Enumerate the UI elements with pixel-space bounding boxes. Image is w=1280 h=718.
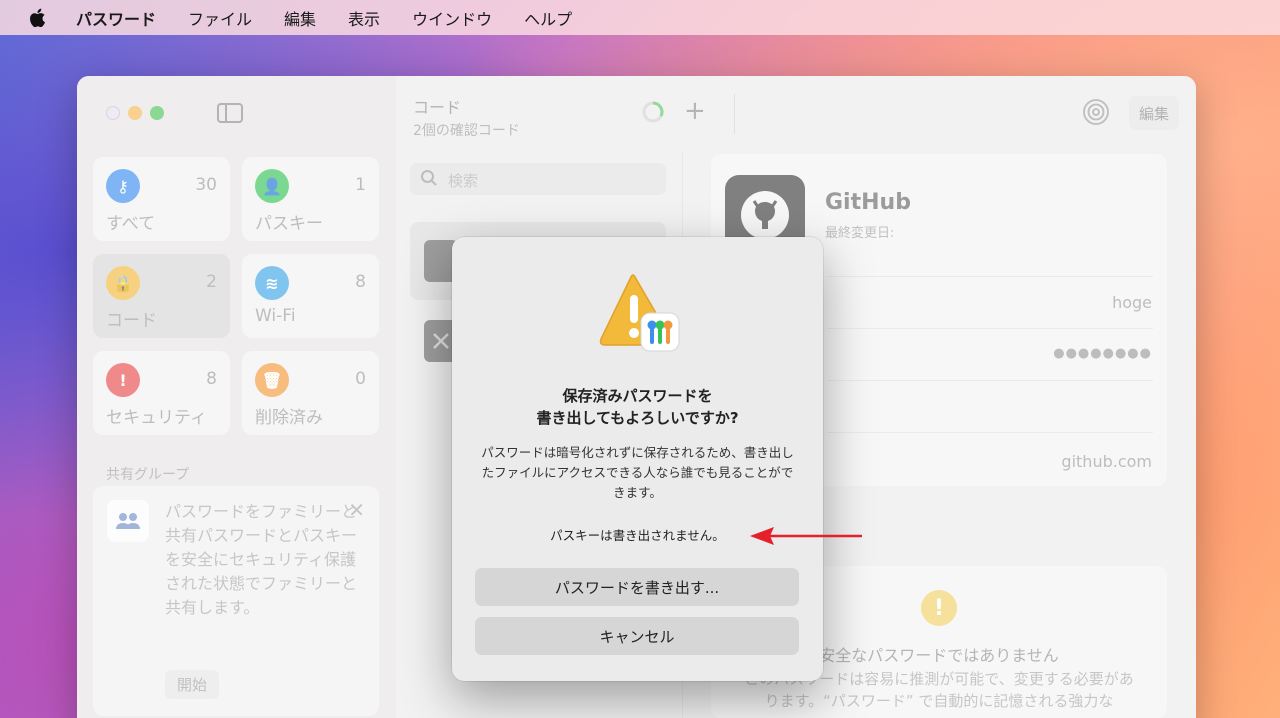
- dialog-title-line2: 書き出してもよろしいですか?: [536, 409, 739, 427]
- warning-keys-icon: [599, 274, 680, 352]
- menu-file[interactable]: ファイル: [188, 6, 252, 30]
- menu-app-name[interactable]: パスワード: [76, 6, 156, 30]
- menu-edit[interactable]: 編集: [284, 6, 316, 30]
- export-passwords-button[interactable]: パスワードを書き出す...: [475, 568, 799, 606]
- menu-bar: パスワード ファイル 編集 表示 ウインドウ ヘルプ: [0, 0, 1280, 35]
- dialog-message: パスワードは暗号化されずに保存されるため、書き出したファイルにアクセスできる人な…: [481, 445, 794, 500]
- export-passwords-dialog: 保存済みパスワードを 書き出してもよろしいですか? パスワードは暗号化されずに保…: [452, 237, 823, 681]
- dialog-title: 保存済みパスワードを 書き出してもよろしいですか?: [472, 385, 803, 429]
- menu-window[interactable]: ウインドウ: [412, 6, 492, 30]
- cancel-button[interactable]: キャンセル: [475, 617, 799, 655]
- menu-view[interactable]: 表示: [348, 6, 380, 30]
- apple-menu-icon[interactable]: [28, 7, 48, 29]
- dialog-title-line1: 保存済みパスワードを: [562, 387, 713, 405]
- menu-help[interactable]: ヘルプ: [524, 6, 572, 30]
- annotation-arrow-icon: [750, 527, 862, 545]
